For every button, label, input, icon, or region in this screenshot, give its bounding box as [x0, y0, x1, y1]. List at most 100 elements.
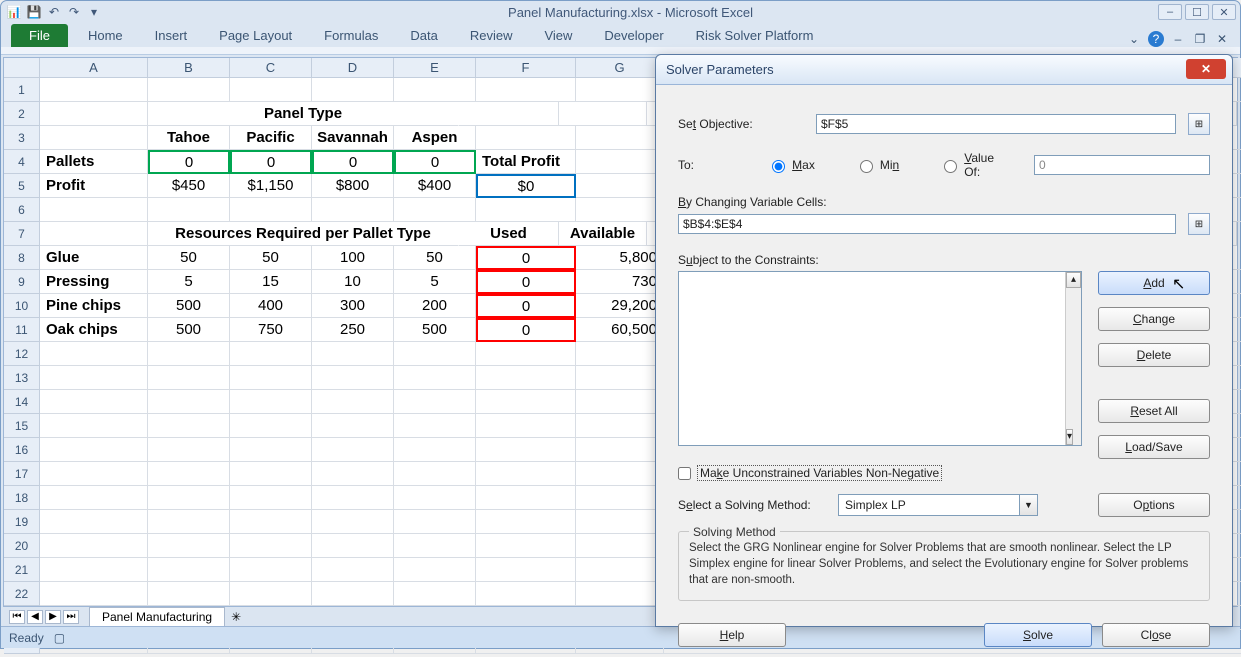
cell-F11[interactable]: 0 [476, 318, 576, 342]
cell-C17[interactable] [230, 462, 312, 486]
cell-G12[interactable] [576, 342, 664, 366]
cell-A7[interactable] [40, 222, 148, 246]
cell-A3[interactable] [40, 126, 148, 150]
cell-E4[interactable]: 0 [394, 150, 476, 174]
close-dialog-button[interactable]: Close [1102, 623, 1210, 647]
scroll-up-icon[interactable]: ▴ [1066, 272, 1081, 288]
rowhdr-15[interactable]: 15 [4, 414, 40, 438]
cell-F19[interactable] [476, 510, 576, 534]
cell-E13[interactable] [394, 366, 476, 390]
cell-C1[interactable] [230, 78, 312, 102]
cell-E11[interactable]: 500 [394, 318, 476, 342]
cell-C12[interactable] [230, 342, 312, 366]
cell-B8[interactable]: 50 [148, 246, 230, 270]
rowhdr-14[interactable]: 14 [4, 390, 40, 414]
dialog-titlebar[interactable]: Solver Parameters ✕ [656, 55, 1232, 85]
cell-F13[interactable] [476, 366, 576, 390]
cell-B4[interactable]: 0 [148, 150, 230, 174]
cell-G15[interactable] [576, 414, 664, 438]
cell-E6[interactable] [394, 198, 476, 222]
cell-G8[interactable]: 5,800 [576, 246, 664, 270]
cell-D14[interactable] [312, 390, 394, 414]
colhdr-d[interactable]: D [312, 58, 394, 78]
cell-A21[interactable] [40, 558, 148, 582]
cell-E12[interactable] [394, 342, 476, 366]
rowhdr-8[interactable]: 8 [4, 246, 40, 270]
rowhdr-22[interactable]: 22 [4, 582, 40, 606]
tab-page-layout[interactable]: Page Layout [207, 25, 304, 47]
cell-E3[interactable]: Aspen [394, 126, 476, 150]
reset-all-button[interactable]: Reset All [1098, 399, 1210, 423]
colhdr-c[interactable]: C [230, 58, 312, 78]
tab-risk-solver[interactable]: Risk Solver Platform [684, 25, 826, 47]
chevron-down-icon[interactable]: ▼ [1019, 495, 1037, 515]
cell-F4[interactable]: Total Profit [476, 150, 576, 174]
help-button[interactable]: Help [678, 623, 786, 647]
cell-A18[interactable] [40, 486, 148, 510]
cell-A4[interactable]: Pallets [40, 150, 148, 174]
scroll-down-icon[interactable]: ▾ [1066, 429, 1073, 445]
cell-C15[interactable] [230, 414, 312, 438]
cell-E8[interactable]: 50 [394, 246, 476, 270]
sheet-tab-active[interactable]: Panel Manufacturing [89, 607, 225, 626]
cell-B16[interactable] [148, 438, 230, 462]
cell-C10[interactable]: 400 [230, 294, 312, 318]
cell-F21[interactable] [476, 558, 576, 582]
undo-icon[interactable]: ↶ [45, 3, 63, 21]
cell-B19[interactable] [148, 510, 230, 534]
cell-F2[interactable] [459, 102, 559, 126]
cell-F15[interactable] [476, 414, 576, 438]
cell-B7[interactable]: Resources Required per Pallet Type [148, 222, 459, 246]
cell-G21[interactable] [576, 558, 664, 582]
cell-F1[interactable] [476, 78, 576, 102]
cell-B1[interactable] [148, 78, 230, 102]
rowhdr-4[interactable]: 4 [4, 150, 40, 174]
workbook-restore-icon[interactable]: ❐ [1192, 31, 1208, 47]
cell-B9[interactable]: 5 [148, 270, 230, 294]
cell-D18[interactable] [312, 486, 394, 510]
cell-A19[interactable] [40, 510, 148, 534]
cell-A14[interactable] [40, 390, 148, 414]
objective-ref-button[interactable]: ⊞ [1188, 113, 1210, 135]
cell-G17[interactable] [576, 462, 664, 486]
close-button[interactable]: ✕ [1212, 4, 1236, 20]
rowhdr-1[interactable]: 1 [4, 78, 40, 102]
colhdr-f[interactable]: F [476, 58, 576, 78]
tab-file[interactable]: File [11, 24, 68, 47]
cell-E9[interactable]: 5 [394, 270, 476, 294]
cell-B6[interactable] [148, 198, 230, 222]
cell-G7[interactable]: Available [559, 222, 647, 246]
valueof-input[interactable]: 0 [1034, 155, 1210, 175]
cell-E17[interactable] [394, 462, 476, 486]
cell-G1[interactable] [576, 78, 664, 102]
cell-D4[interactable]: 0 [312, 150, 394, 174]
tab-home[interactable]: Home [76, 25, 135, 47]
rowhdr-21[interactable]: 21 [4, 558, 40, 582]
tab-formulas[interactable]: Formulas [312, 25, 390, 47]
rowhdr-13[interactable]: 13 [4, 366, 40, 390]
tab-data[interactable]: Data [398, 25, 449, 47]
cell-D11[interactable]: 250 [312, 318, 394, 342]
cell-D9[interactable]: 10 [312, 270, 394, 294]
changing-cells-input[interactable]: $B$4:$E$4 [678, 214, 1176, 234]
sheet-nav-first-icon[interactable]: ⏮ [9, 610, 25, 624]
cell-A16[interactable] [40, 438, 148, 462]
cell-G13[interactable] [576, 366, 664, 390]
solving-method-select[interactable]: Simplex LP ▼ [838, 494, 1038, 516]
cell-B14[interactable] [148, 390, 230, 414]
cell-G2[interactable] [559, 102, 647, 126]
tab-developer[interactable]: Developer [592, 25, 675, 47]
cell-C3[interactable]: Pacific [230, 126, 312, 150]
cell-B20[interactable] [148, 534, 230, 558]
cell-B18[interactable] [148, 486, 230, 510]
cell-C20[interactable] [230, 534, 312, 558]
tab-review[interactable]: Review [458, 25, 525, 47]
cell-B17[interactable] [148, 462, 230, 486]
rowhdr-3[interactable]: 3 [4, 126, 40, 150]
tab-insert[interactable]: Insert [143, 25, 200, 47]
cell-C6[interactable] [230, 198, 312, 222]
cell-E20[interactable] [394, 534, 476, 558]
rowhdr-12[interactable]: 12 [4, 342, 40, 366]
cell-D15[interactable] [312, 414, 394, 438]
constraints-listbox[interactable]: ▴ ▾ [678, 271, 1082, 446]
